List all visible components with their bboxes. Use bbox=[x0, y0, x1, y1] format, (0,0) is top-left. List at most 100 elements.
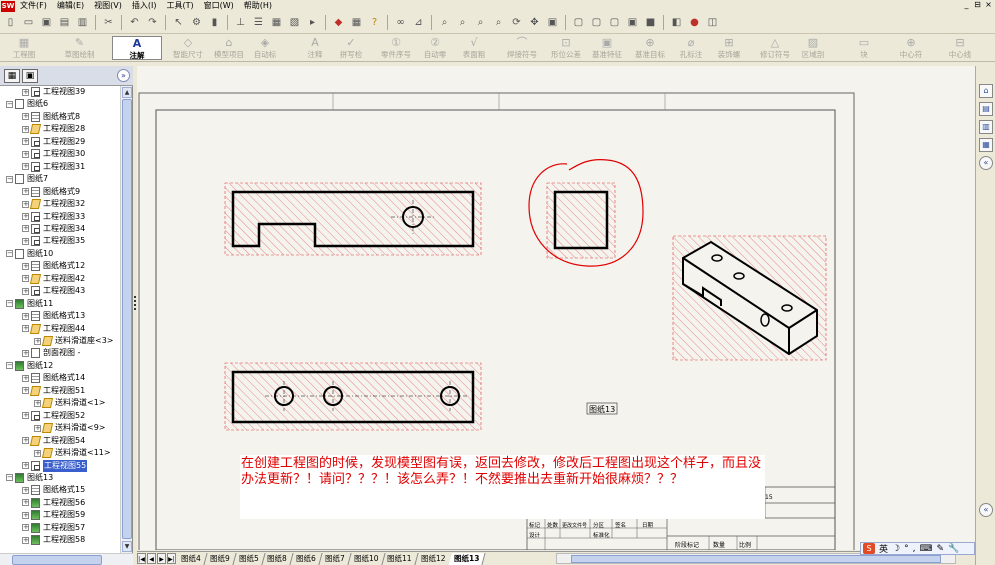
expand-toggle-icon[interactable]: + bbox=[34, 449, 41, 457]
tree-item[interactable]: − 图纸13 bbox=[6, 472, 53, 484]
expand-toggle-icon[interactable]: + bbox=[22, 275, 29, 283]
tree-item[interactable]: + 工程视图30 bbox=[22, 148, 85, 160]
tree-item[interactable]: + 送料滑道座<3> bbox=[34, 335, 114, 347]
measure-icon[interactable]: ⊿ bbox=[410, 14, 427, 31]
expand-toggle-icon[interactable]: + bbox=[22, 412, 29, 420]
toolbar-button-smart-dimension[interactable]: ◇ 智能尺寸 bbox=[168, 36, 208, 60]
tree-item[interactable]: + 工程视图56 bbox=[22, 497, 85, 509]
toolbar-button-auto-balloon-2[interactable]: ② 自动零 bbox=[420, 36, 450, 60]
tree-item[interactable]: + 工程视图57 bbox=[22, 522, 85, 534]
zoom-area-icon[interactable]: ⌕ bbox=[454, 14, 471, 31]
toolbar-button-model-items[interactable]: ⌂ 模型项目 bbox=[211, 36, 247, 60]
undo-icon[interactable]: ↶ bbox=[126, 14, 143, 31]
toolbar-button-block[interactable]: ▭ 块 bbox=[852, 36, 876, 60]
sheet-tab[interactable]: 图纸13 bbox=[448, 552, 487, 565]
toolbar-button-hole-callout[interactable]: ⌀ 孔标注 bbox=[676, 36, 706, 60]
zoom-selection-icon[interactable]: ⌕ bbox=[490, 14, 507, 31]
expand-toggle-icon[interactable]: + bbox=[34, 399, 41, 407]
sheet-tab[interactable]: 图纸7 bbox=[319, 552, 352, 565]
expand-toggle-icon[interactable]: + bbox=[22, 349, 29, 357]
design-library-icon[interactable]: ▥ bbox=[979, 120, 993, 134]
3d-part-icon[interactable]: ◆ bbox=[330, 14, 347, 31]
table-icon[interactable]: ▦ bbox=[348, 14, 365, 31]
tree-item[interactable]: + 送料滑道<9> bbox=[34, 422, 106, 434]
expand-toggle-icon[interactable]: + bbox=[22, 462, 29, 469]
expand-toggle-icon[interactable]: + bbox=[22, 188, 29, 196]
expand-toggle-icon[interactable]: + bbox=[22, 150, 29, 158]
expand-toggle-icon[interactable]: + bbox=[22, 262, 29, 270]
sheet-tab[interactable]: 图纸12 bbox=[415, 552, 452, 565]
toolbar-button-cosmetic-thread[interactable]: ⊞ 装饰螺 bbox=[712, 36, 746, 60]
menu-help[interactable]: 帮助(H) bbox=[239, 0, 277, 12]
expand-toggle-icon[interactable]: + bbox=[22, 437, 29, 445]
tree-item[interactable]: + 图纸格式15 bbox=[22, 484, 85, 496]
ime-moon-icon[interactable]: ☽ bbox=[892, 544, 900, 554]
tree-item[interactable]: + 工程视图55 bbox=[22, 459, 88, 472]
cut-icon[interactable]: ✂ bbox=[100, 14, 117, 31]
menu-file[interactable]: 文件(F) bbox=[15, 0, 52, 12]
file-explorer-icon[interactable]: ▦ bbox=[979, 138, 993, 152]
options-icon[interactable]: ▮ bbox=[206, 14, 223, 31]
home-icon[interactable]: ⌂ bbox=[979, 84, 993, 98]
restore-button[interactable]: ⊟ bbox=[973, 0, 982, 10]
select-icon[interactable]: ↖ bbox=[170, 14, 187, 31]
toolbar-button-drawing[interactable]: ▦ 工程图 bbox=[4, 36, 44, 60]
expand-toggle-icon[interactable]: + bbox=[34, 424, 41, 432]
expand-toggle-icon[interactable]: + bbox=[22, 113, 29, 121]
toolbar-button-datum-target[interactable]: ⊕ 基准目标 bbox=[632, 36, 668, 60]
align-icon[interactable]: ⊥ bbox=[232, 14, 249, 31]
shaded-icon[interactable]: ■ bbox=[642, 14, 659, 31]
grid-icon[interactable]: ▦ bbox=[268, 14, 285, 31]
scroll-thumb[interactable] bbox=[571, 555, 941, 563]
first-sheet-icon[interactable]: |◀ bbox=[137, 553, 146, 564]
print-icon[interactable]: ▤ bbox=[56, 14, 73, 31]
toolbar-button-weld-symbol[interactable]: ⌒ 焊接符号 bbox=[503, 36, 541, 60]
expand-toggle-icon[interactable]: + bbox=[34, 337, 41, 345]
expand-toggle-icon[interactable]: + bbox=[22, 486, 29, 494]
expand-pane-icon[interactable]: « bbox=[979, 156, 993, 170]
hidden-lines-removed-icon[interactable]: ▢ bbox=[606, 14, 623, 31]
section-view-icon[interactable]: ◧ bbox=[668, 14, 685, 31]
sogou-icon[interactable]: S bbox=[863, 543, 875, 554]
toolbar-button-annotation[interactable]: A 注解 bbox=[112, 36, 162, 60]
tree-item[interactable]: − 图纸10 bbox=[6, 248, 53, 260]
feature-tree-tab-icon[interactable]: ▦ bbox=[4, 69, 20, 83]
expand-pane-bottom-icon[interactable]: « bbox=[979, 503, 993, 517]
sheet-tab[interactable]: 图纸8 bbox=[261, 552, 294, 565]
expand-toggle-icon[interactable]: + bbox=[22, 511, 29, 519]
tree-item[interactable]: + 送料滑道<11> bbox=[34, 447, 111, 459]
expand-toggle-icon[interactable]: + bbox=[22, 125, 29, 133]
menu-edit[interactable]: 编辑(E) bbox=[52, 0, 89, 12]
drawing-view-top[interactable] bbox=[224, 362, 482, 431]
expand-toggle-icon[interactable]: − bbox=[6, 250, 13, 258]
save-icon[interactable]: ▣ bbox=[38, 14, 55, 31]
link-icon[interactable]: ∞ bbox=[392, 14, 409, 31]
close-button[interactable]: × bbox=[984, 0, 993, 10]
expand-toggle-icon[interactable]: + bbox=[22, 237, 29, 245]
tree-item[interactable]: + 工程视图59 bbox=[22, 509, 85, 521]
ime-punct-icon[interactable]: ° bbox=[904, 544, 909, 554]
toolbar-button-revision-symbol[interactable]: △ 修订符号 bbox=[755, 36, 795, 60]
tree-item[interactable]: + 工程视图28 bbox=[22, 123, 85, 135]
toolbar-button-area-hatch[interactable]: ▨ 区域剖 bbox=[797, 36, 829, 60]
tree-horizontal-scrollbar[interactable] bbox=[0, 553, 133, 565]
collapse-pane-icon[interactable]: » bbox=[117, 69, 130, 82]
tree-item[interactable]: + 图纸格式14 bbox=[22, 372, 85, 384]
toolbar-button-centerline[interactable]: ⊟ 中心线 bbox=[944, 36, 976, 60]
tree-vertical-scrollbar[interactable]: ▲ ▼ bbox=[120, 86, 132, 553]
prev-sheet-icon[interactable]: ◀ bbox=[147, 553, 156, 564]
tree-item[interactable]: + 图纸格式8 bbox=[22, 111, 80, 123]
expand-toggle-icon[interactable]: − bbox=[6, 362, 13, 370]
toolbar-button-datum-feature[interactable]: ▣ 基准特征 bbox=[588, 36, 626, 60]
scroll-thumb[interactable] bbox=[12, 555, 102, 565]
tree-item[interactable]: + 工程视图44 bbox=[22, 323, 85, 335]
tree-item[interactable]: + 工程视图29 bbox=[22, 136, 85, 148]
tree-item[interactable]: + 工程视图51 bbox=[22, 385, 85, 397]
sheet-tab[interactable]: 图纸5 bbox=[232, 552, 265, 565]
expand-toggle-icon[interactable]: + bbox=[22, 287, 29, 295]
expand-toggle-icon[interactable]: + bbox=[22, 387, 29, 395]
new-file-icon[interactable]: ▯ bbox=[2, 14, 19, 31]
tree-item[interactable]: + 图纸格式12 bbox=[22, 260, 85, 272]
tree-item[interactable]: + 工程视图54 bbox=[22, 435, 85, 447]
rotate-icon[interactable]: ⟳ bbox=[508, 14, 525, 31]
